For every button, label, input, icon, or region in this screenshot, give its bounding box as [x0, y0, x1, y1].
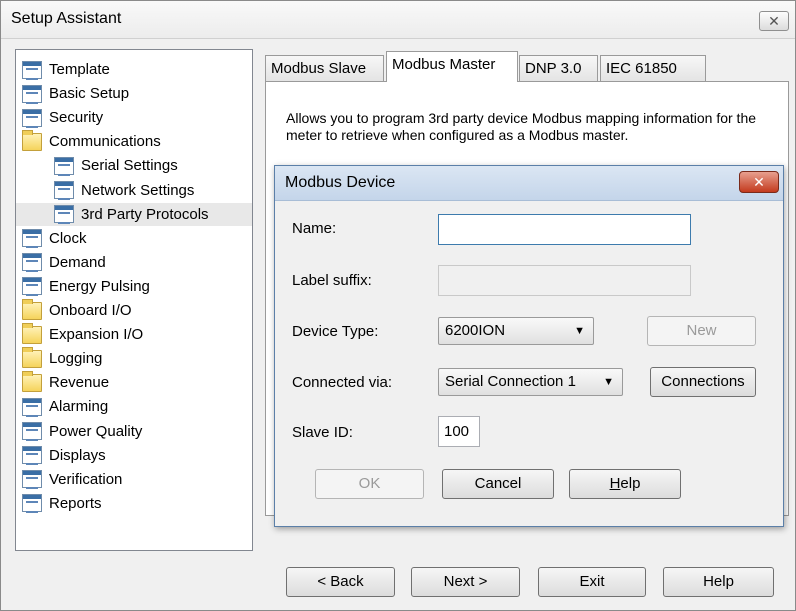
slave-id-field[interactable]: 100 — [438, 416, 480, 447]
tree-item[interactable]: Revenue — [22, 370, 110, 394]
folder-icon — [22, 370, 42, 392]
tree-item[interactable]: 3rd Party Protocols — [16, 202, 252, 226]
tree-item-label: Serial Settings — [81, 157, 178, 175]
tree-item-label: Logging — [49, 350, 103, 368]
doc-icon — [22, 108, 42, 128]
dialog-title: Modbus Device — [285, 174, 396, 191]
tab-dnp3[interactable]: DNP 3.0 — [519, 55, 598, 82]
window-title: Setup Assistant — [11, 10, 122, 27]
device-type-select[interactable]: 6200ION ▼ — [438, 317, 594, 345]
tree-item[interactable]: Template — [22, 58, 110, 81]
tree-item[interactable]: Power Quality — [22, 420, 142, 443]
tree-item[interactable]: Communications — [22, 129, 161, 153]
folder-icon — [22, 346, 42, 368]
dialog-title-bar: Modbus Device ✕ — [275, 166, 783, 201]
tree-item[interactable]: Expansion I/O — [22, 322, 144, 346]
connected-via-label: Connected via: — [292, 374, 393, 391]
title-bar: Setup Assistant ✕ — [1, 1, 795, 39]
doc-icon — [22, 470, 42, 490]
tab-iec-61850[interactable]: IEC 61850 — [600, 55, 706, 82]
tree-item[interactable]: Onboard I/O — [22, 298, 132, 322]
help-rest: elp — [620, 475, 641, 492]
exit-button[interactable]: Exit — [538, 567, 646, 597]
doc-icon — [22, 60, 42, 80]
connected-via-select[interactable]: Serial Connection 1 ▼ — [438, 368, 623, 396]
tree-item-label: Power Quality — [49, 422, 143, 440]
doc-icon — [22, 397, 42, 417]
ok-button[interactable]: OK — [315, 469, 424, 499]
chevron-down-icon: ▼ — [574, 325, 585, 337]
folder-icon — [22, 298, 42, 320]
tree-item[interactable]: Basic Setup — [22, 82, 129, 105]
modbus-device-dialog: Modbus Device ✕ Name: Label suffix: Devi… — [274, 165, 784, 527]
tree-item[interactable]: Security — [22, 106, 103, 129]
tree-item-label: Onboard I/O — [49, 302, 132, 319]
connections-button[interactable]: Connections — [650, 367, 756, 397]
doc-icon — [54, 205, 74, 225]
label-suffix-field[interactable] — [438, 265, 691, 296]
tab-modbus-slave[interactable]: Modbus Slave — [265, 55, 384, 82]
tree-item-label: Reports — [49, 494, 102, 512]
doc-icon — [22, 84, 42, 104]
slave-id-label: Slave ID: — [292, 424, 353, 441]
device-type-value: 6200ION — [445, 322, 506, 339]
tree-item[interactable]: Demand — [22, 251, 106, 274]
doc-icon — [54, 181, 74, 200]
back-button[interactable]: < Back — [286, 567, 395, 597]
tree-item-label: Expansion I/O — [49, 326, 144, 344]
tree-item-label: Basic Setup — [49, 85, 130, 103]
help-button[interactable]: Help — [569, 469, 681, 499]
tree-item[interactable]: Clock — [22, 227, 87, 250]
tab-modbus-master[interactable]: Modbus Master — [386, 51, 518, 82]
setup-assistant-window: Setup Assistant ✕ Template Basic Setup Sec… — [0, 0, 796, 611]
tree-item-label: Verification — [49, 470, 123, 488]
tree-item[interactable]: Verification — [22, 468, 122, 491]
tree-item-label: 3rd Party Protocols — [81, 205, 209, 223]
folder-icon — [22, 129, 42, 151]
tree-item-label: Network Settings — [81, 181, 195, 199]
label-suffix-label: Label suffix: — [292, 272, 372, 289]
folder-icon — [22, 322, 42, 344]
tree-item[interactable]: Reports — [22, 492, 102, 515]
dialog-close-icon[interactable]: ✕ — [739, 171, 779, 193]
doc-icon — [22, 277, 42, 297]
help-mnemonic: H — [609, 475, 621, 492]
name-label: Name: — [292, 220, 337, 237]
connected-via-value: Serial Connection 1 — [445, 373, 576, 390]
next-button[interactable]: Next > — [411, 567, 520, 597]
setup-tree[interactable]: Template Basic Setup Security Communication… — [15, 49, 253, 551]
doc-icon — [22, 253, 42, 273]
tree-item-label: Demand — [49, 253, 106, 271]
tree-item-label: Alarming — [49, 398, 109, 416]
close-icon[interactable]: ✕ — [759, 11, 789, 31]
tree-item[interactable]: Energy Pulsing — [22, 275, 150, 298]
tree-item-label: Revenue — [49, 374, 110, 392]
tree-item-label: Energy Pulsing — [49, 277, 150, 295]
doc-icon — [22, 422, 42, 441]
tree-item[interactable]: Serial Settings — [54, 154, 178, 177]
new-device-button[interactable]: New — [647, 316, 756, 346]
doc-icon — [22, 229, 42, 249]
cancel-button[interactable]: Cancel — [442, 469, 554, 499]
tree-item-label: Clock — [49, 229, 87, 247]
tree-item[interactable]: Network Settings — [54, 179, 194, 202]
chevron-down-icon: ▼ — [603, 376, 614, 388]
tree-item[interactable]: Alarming — [22, 395, 108, 418]
doc-icon — [54, 156, 74, 176]
tree-item-label: Communications — [49, 133, 161, 151]
name-field[interactable] — [438, 214, 691, 245]
footer-help-button[interactable]: Help — [663, 567, 774, 597]
tree-item-label: Template — [49, 61, 110, 78]
tree-item-label: Security — [49, 109, 104, 127]
tree-item[interactable]: Logging — [22, 346, 103, 370]
tab-description: Allows you to program 3rd party device M… — [286, 110, 757, 143]
doc-icon — [22, 446, 42, 466]
tree-item-label: Displays — [49, 446, 106, 464]
tree-item[interactable]: Displays — [22, 444, 106, 467]
doc-icon — [22, 494, 42, 514]
device-type-label: Device Type: — [292, 323, 379, 340]
